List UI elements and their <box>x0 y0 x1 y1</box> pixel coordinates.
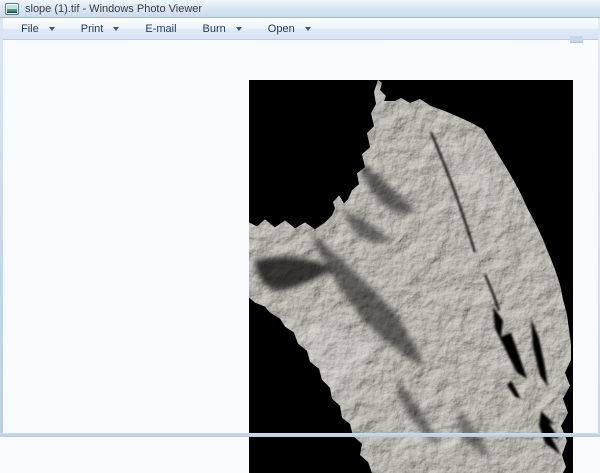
window-title: slope (1).tif - Windows Photo Viewer <box>25 2 203 15</box>
photo-viewer-window: slope (1).tif - Windows Photo Viewer Fil… <box>0 0 600 473</box>
window-fragment <box>570 36 583 43</box>
image-canvas <box>249 80 573 473</box>
menu-item-label: Print <box>80 22 104 35</box>
menu-item-label: Open <box>267 22 295 35</box>
window-border-left <box>0 18 3 437</box>
menubar: File Print E-mail Burn Open <box>0 18 600 40</box>
menu-item-email[interactable]: E-mail <box>134 20 187 38</box>
titlebar: slope (1).tif - Windows Photo Viewer <box>0 0 600 18</box>
photo-viewer-icon[interactable] <box>5 2 19 15</box>
window-border-bottom <box>0 433 600 437</box>
menu-item-label: Burn <box>202 22 226 35</box>
menu-item-print[interactable]: Print <box>70 20 131 38</box>
slope-raster-image <box>249 80 573 473</box>
content-area <box>3 40 598 473</box>
menu-item-open[interactable]: Open <box>257 20 322 38</box>
chevron-down-icon <box>304 26 311 31</box>
chevron-down-icon <box>113 26 120 31</box>
menu-item-file[interactable]: File <box>10 20 66 38</box>
menu-item-burn[interactable]: Burn <box>192 20 253 38</box>
menu-item-label: File <box>21 22 39 35</box>
chevron-down-icon <box>48 26 55 31</box>
chevron-down-icon <box>235 26 242 31</box>
menu-item-label: E-mail <box>145 22 177 35</box>
